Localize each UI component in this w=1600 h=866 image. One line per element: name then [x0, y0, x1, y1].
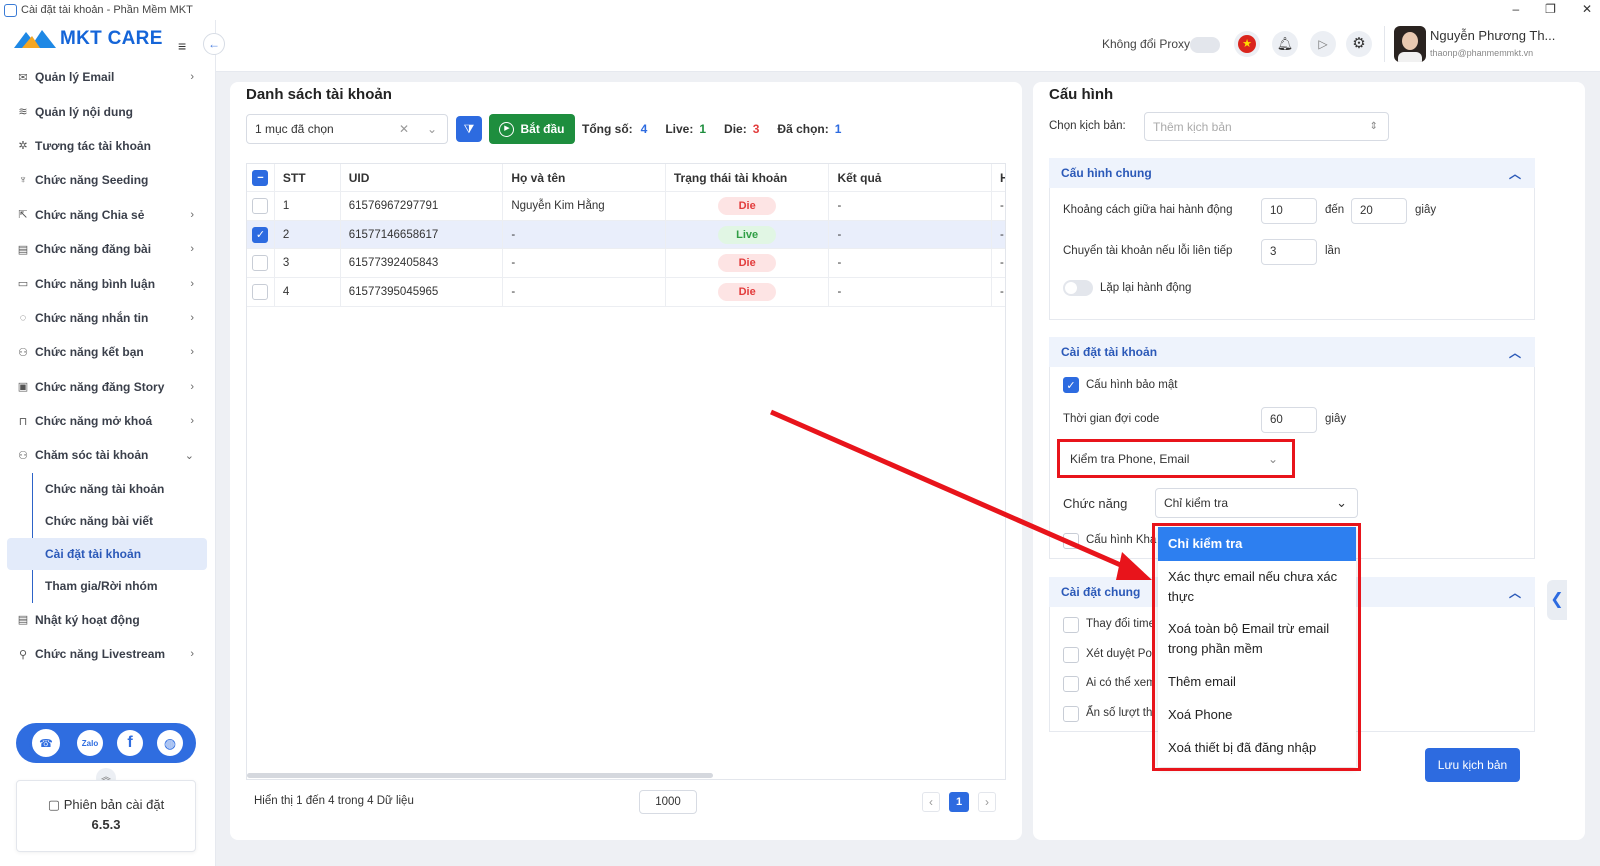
annotation-arrow [769, 409, 1152, 580]
sidebar-collapse-button[interactable]: ← [203, 33, 225, 55]
